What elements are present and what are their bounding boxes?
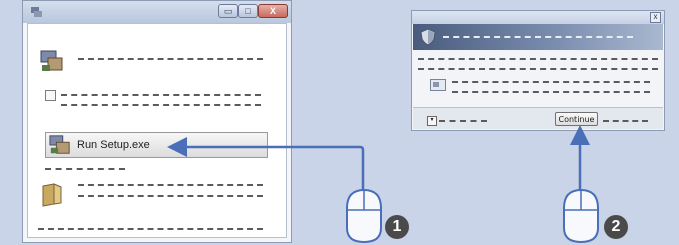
close-button[interactable]: x — [650, 12, 661, 23]
placeholder-text — [439, 120, 487, 122]
window-content: Run Setup.exe — [27, 23, 287, 238]
folder-icon — [42, 183, 62, 207]
dialog-footer: ▾ Continue — [413, 107, 663, 129]
setup-installer-icon — [40, 50, 63, 71]
placeholder-text — [61, 104, 261, 106]
setup-installer-icon — [49, 135, 70, 154]
placeholder-text — [61, 94, 261, 96]
shield-icon — [420, 28, 436, 46]
uac-window: x ▾ Continue — [411, 10, 665, 131]
mouse-icon — [346, 188, 382, 244]
run-setup-option[interactable]: Run Setup.exe — [45, 132, 268, 158]
placeholder-text — [45, 168, 125, 170]
placeholder-text — [78, 184, 263, 186]
autoplay-window: ▭ □ X Run Setup.exe — [22, 0, 292, 243]
mouse-icon — [563, 188, 599, 244]
step-badge-2: 2 — [604, 215, 628, 239]
placeholder-text — [452, 91, 650, 93]
placeholder-text — [418, 68, 658, 70]
details-toggle[interactable]: ▾ — [427, 116, 437, 126]
title-bar: ▭ □ X — [23, 1, 291, 23]
title-bar: x — [412, 11, 664, 24]
close-button[interactable]: X — [258, 4, 288, 18]
placeholder-text — [443, 36, 633, 38]
app-icon — [31, 7, 42, 17]
placeholder-text — [452, 81, 650, 83]
run-setup-label: Run Setup.exe — [77, 139, 150, 151]
dialog-header — [413, 24, 663, 50]
placeholder-text — [78, 195, 263, 197]
placeholder-text — [418, 58, 658, 60]
step-badge-1: 1 — [385, 215, 409, 239]
minimize-button[interactable]: ▭ — [218, 4, 238, 18]
maximize-button[interactable]: □ — [238, 4, 258, 18]
continue-button[interactable]: Continue — [555, 112, 598, 126]
always-do-checkbox[interactable] — [45, 90, 56, 101]
placeholder-text — [78, 58, 263, 60]
placeholder-text — [38, 228, 263, 230]
placeholder-text — [603, 120, 648, 122]
program-icon — [430, 79, 446, 91]
